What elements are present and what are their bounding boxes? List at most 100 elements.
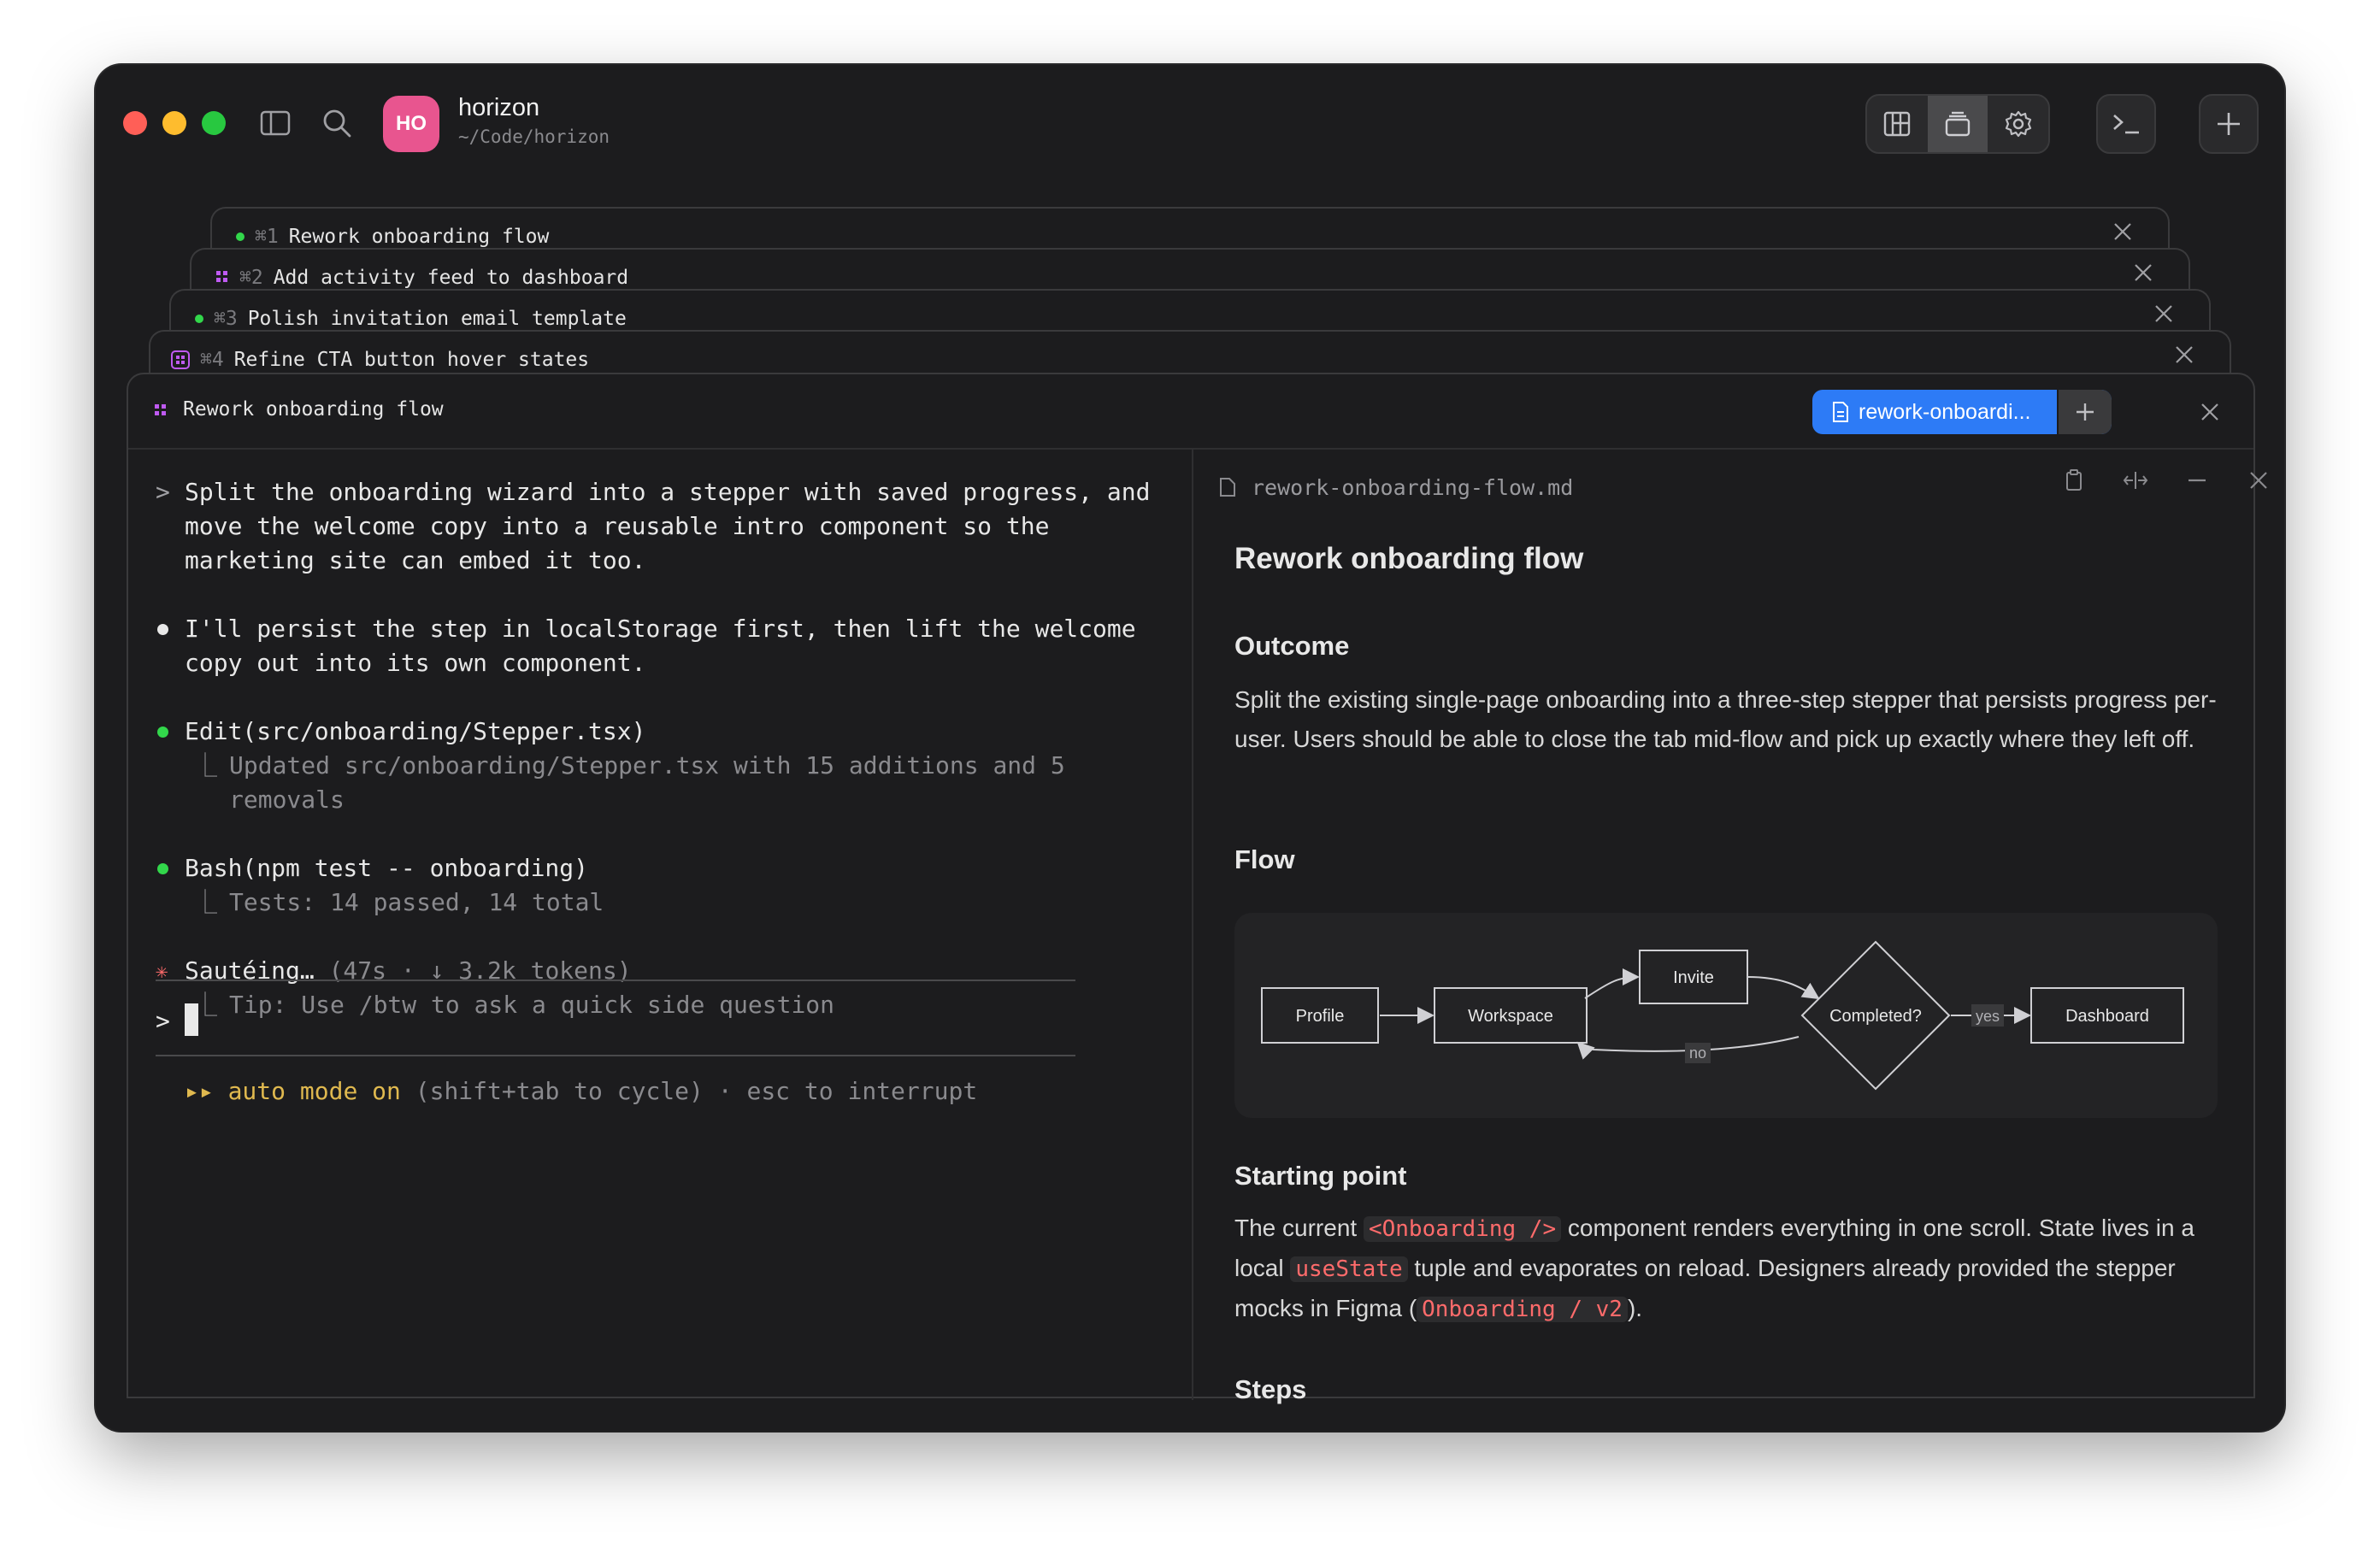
grid-status-icon	[171, 350, 190, 369]
file-tab-label: rework-onboardi...	[1859, 399, 2031, 424]
document-icon	[1833, 402, 1848, 422]
tip-line: ⎿ Tip: Use /btw to ask a quick side ques…	[185, 988, 1164, 1022]
terminal-transcript: > Split the onboarding wizard into a ste…	[156, 475, 1164, 1056]
flow-heading: Flow	[1234, 844, 1295, 874]
flow-edge-workspace-invite	[1584, 968, 1640, 999]
auto-mode-hint: (shift+tab to cycle) · esc to interrupt	[415, 1077, 978, 1105]
close-tab-icon[interactable]	[2175, 345, 2194, 364]
corner-glyph: ⎿	[193, 751, 218, 780]
success-bullet	[157, 727, 168, 738]
inline-code: useState	[1290, 1256, 1408, 1282]
tool-call-edit: Edit(src/onboarding/Stepper.tsx) ⎿ Updat…	[156, 715, 1164, 817]
close-tab-icon[interactable]	[2113, 222, 2132, 241]
success-bullet	[157, 863, 168, 874]
flow-label-yes: yes	[1976, 1008, 2000, 1025]
assistant-message-text: I'll persist the step in localStorage fi…	[185, 615, 1136, 677]
close-panel-icon[interactable]	[2200, 403, 2219, 421]
flow-label-workspace: Workspace	[1468, 1007, 1553, 1026]
plus-icon	[2077, 403, 2094, 421]
panel-header: Rework onboarding flow rework-onboardi..…	[128, 374, 2253, 450]
app-window: HO horizon ~/Code/horizon ⌘1 Rework onbo…	[96, 65, 2284, 1431]
corner-glyph: ⎿	[193, 888, 218, 916]
md-filename: rework-onboarding-flow.md	[1252, 475, 1574, 500]
pane-divider[interactable]	[1192, 450, 1193, 1400]
tab-shortcut: ⌘1	[255, 226, 279, 248]
zoom-window-button[interactable]	[202, 111, 226, 135]
assistant-message: I'll persist the step in localStorage fi…	[156, 612, 1164, 680]
user-message-text: Split the onboarding wizard into a stepp…	[185, 478, 1151, 574]
search-icon[interactable]	[316, 103, 357, 144]
outcome-heading: Outcome	[1234, 631, 1350, 661]
terminal-prompt-icon	[2113, 115, 2139, 134]
expand-width-icon[interactable]	[2118, 463, 2153, 497]
flow-label-profile: Profile	[1296, 1007, 1345, 1026]
flow-label-dashboard: Dashboard	[2065, 1007, 2149, 1026]
flow-edge-invite-completed	[1747, 976, 1820, 1000]
inline-code: Onboarding / v2	[1417, 1297, 1628, 1322]
flow-label-invite: Invite	[1673, 968, 1714, 987]
input-prompt-marker: >	[156, 1007, 170, 1035]
tab-shortcut: ⌘4	[200, 349, 224, 371]
text-run: ).	[1627, 1295, 1643, 1321]
file-tab-rework-onboarding[interactable]: rework-onboardi...	[1812, 390, 2112, 434]
project-avatar[interactable]: HO	[383, 96, 439, 152]
status-active-dot	[236, 232, 244, 241]
minimize-icon[interactable]	[2180, 463, 2214, 497]
tool-call-title: Edit(src/onboarding/Stepper.tsx)	[185, 717, 646, 745]
input-top-rule	[156, 980, 1075, 981]
active-session-panel: Rework onboarding flow rework-onboardi..…	[127, 373, 2267, 1404]
tool-result-text: Tests: 14 passed, 14 total	[229, 888, 604, 916]
tool-call-result: ⎿ Tests: 14 passed, 14 total	[185, 885, 1164, 920]
tab-label: Rework onboarding flow	[288, 226, 550, 248]
close-window-button[interactable]	[123, 111, 147, 135]
message-bullet	[157, 624, 168, 635]
project-name[interactable]: horizon	[458, 94, 539, 122]
view-mode-switcher	[1865, 94, 2050, 154]
stack-view-icon[interactable]	[1927, 96, 1988, 152]
grid-status-icon	[216, 271, 227, 282]
new-session-button[interactable]	[2199, 94, 2259, 154]
grid-status-icon	[155, 404, 166, 415]
sidebar-toggle-icon[interactable]	[255, 103, 296, 144]
auto-mode-arrows: ▸▸	[185, 1077, 214, 1105]
input-bottom-rule	[156, 1055, 1075, 1056]
flow-label-completed: Completed?	[1829, 1007, 1922, 1026]
starting-point-heading: Starting point	[1234, 1161, 1407, 1191]
flow-diagram: Profile Workspace Invite Completed? Dash…	[1234, 913, 2218, 1118]
document-icon	[1220, 478, 1235, 497]
tool-result-text: Updated src/onboarding/Stepper.tsx with …	[229, 751, 1065, 814]
tab-label: Refine CTA button hover states	[233, 349, 590, 371]
plus-icon	[2218, 113, 2240, 135]
text-run: The current	[1234, 1215, 1358, 1241]
status-active-dot	[195, 315, 203, 323]
tool-call-result: ⎿ Updated src/onboarding/Stepper.tsx wit…	[185, 749, 1164, 817]
doc-title: Rework onboarding flow	[1234, 542, 1584, 575]
tab-shortcut: ⌘2	[239, 267, 263, 289]
inline-code: <Onboarding />	[1363, 1216, 1562, 1242]
terminal-button[interactable]	[2096, 94, 2156, 154]
tip-text: Tip: Use /btw to ask a quick side questi…	[229, 991, 835, 1019]
copy-icon[interactable]	[2057, 463, 2091, 497]
panel-title: Rework onboarding flow	[183, 398, 444, 421]
close-tab-icon[interactable]	[2134, 263, 2153, 282]
add-file-tab-button[interactable]	[2057, 390, 2112, 434]
terminal-input[interactable]	[185, 1003, 198, 1036]
text-run: tuple and evaporates on reload. Designer…	[1414, 1255, 2089, 1281]
text-run: component renders everything in one scro…	[1567, 1215, 2175, 1241]
settings-gear-icon[interactable]	[1988, 96, 2048, 152]
user-message: > Split the onboarding wizard into a ste…	[156, 475, 1164, 578]
close-icon[interactable]	[2242, 463, 2276, 497]
board-view-icon[interactable]	[1867, 96, 1928, 152]
starting-point-paragraph: The current <Onboarding /> component ren…	[1234, 1209, 2226, 1329]
tab-label: Add activity feed to dashboard	[273, 267, 629, 289]
close-tab-icon[interactable]	[2154, 304, 2173, 323]
auto-mode-status[interactable]: ▸▸ auto mode on (shift+tab to cycle) · e…	[185, 1077, 977, 1105]
prompt-marker: >	[156, 478, 170, 506]
spinner-icon: ✳	[156, 959, 168, 983]
outcome-paragraph: Split the existing single-page onboardin…	[1234, 686, 2217, 752]
tool-call-bash: Bash(npm test -- onboarding) ⎿ Tests: 14…	[156, 851, 1164, 920]
tab-shortcut: ⌘3	[214, 308, 238, 330]
status-line: ✳ Sautéing… (47s · ↓ 3.2k tokens) ⎿ Tip:…	[156, 954, 1164, 1022]
minimize-window-button[interactable]	[162, 111, 186, 135]
steps-heading: Steps	[1234, 1374, 1307, 1404]
